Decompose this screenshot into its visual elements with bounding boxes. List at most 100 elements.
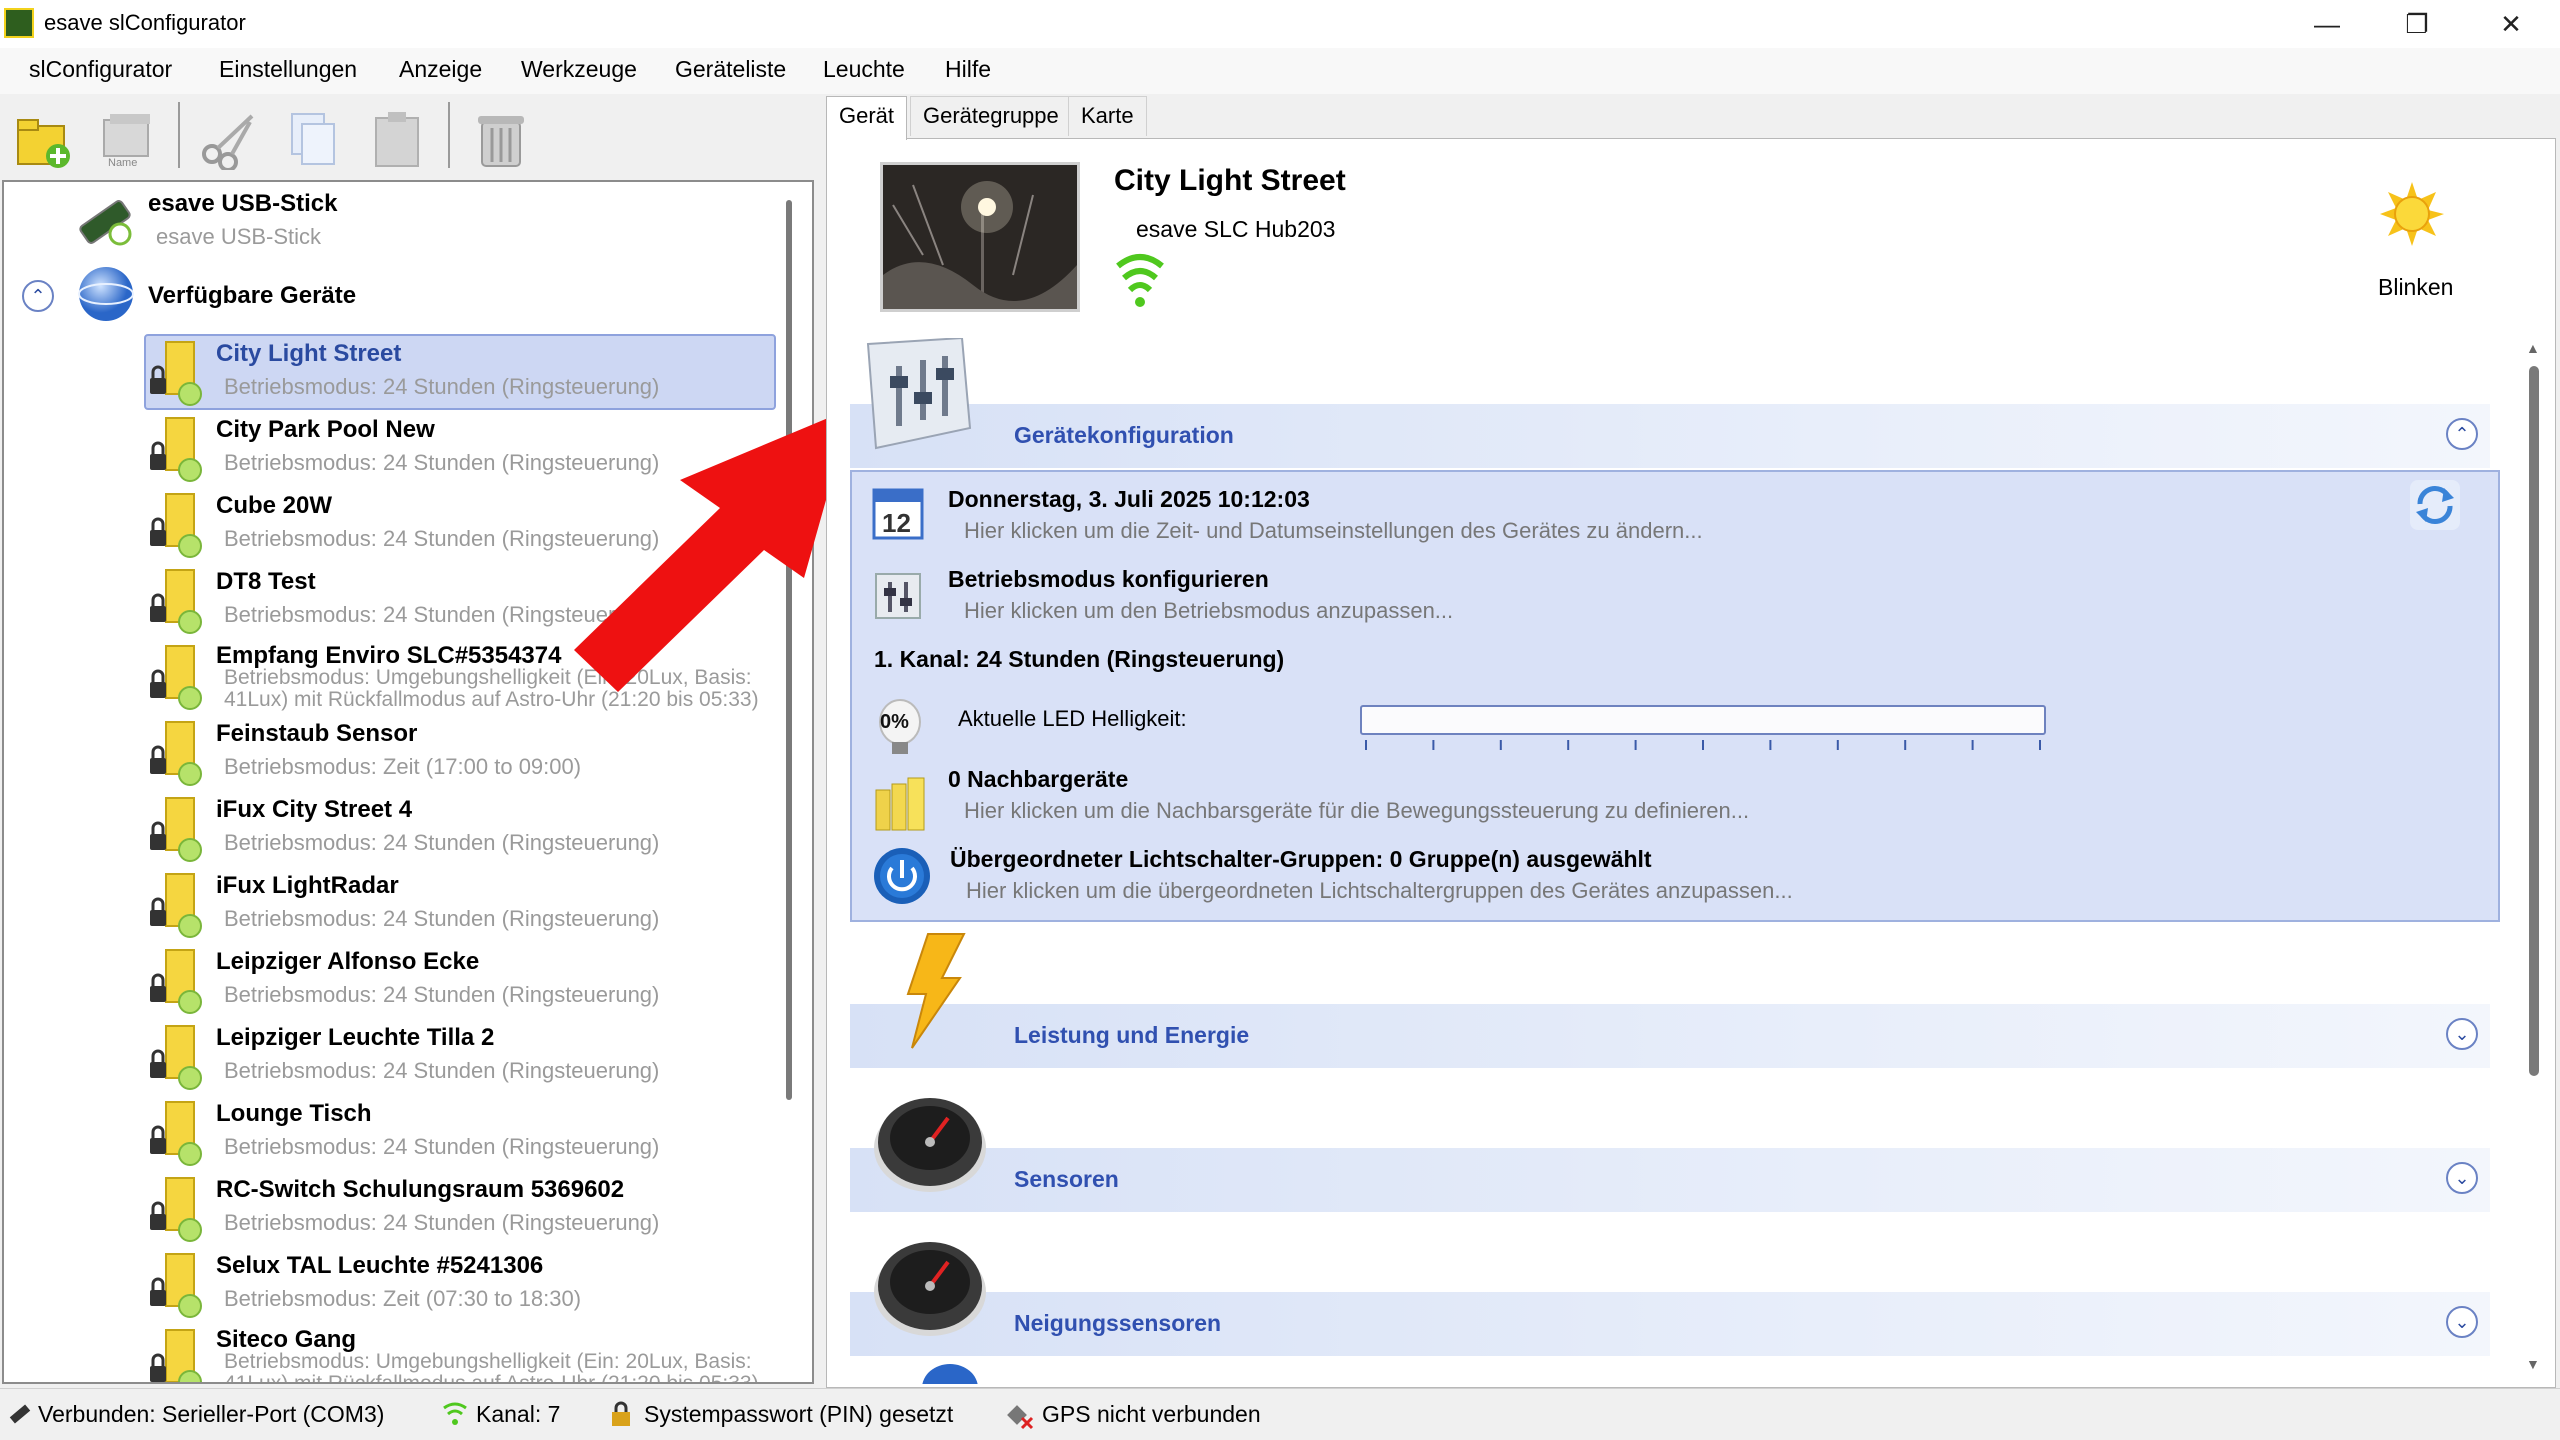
switch-groups-description[interactable]: Hier klicken um die übergeordneten Licht…	[966, 878, 1793, 904]
device-mode: Betriebsmodus: 24 Stunden (Ringsteuerung…	[224, 1058, 660, 1083]
led-brightness-label: Aktuelle LED Helligkeit:	[958, 706, 1187, 731]
power-switch-icon	[872, 846, 932, 906]
device-mode: Betriebsmodus: Zeit (17:00 to 09:00)	[224, 754, 582, 779]
datetime-title[interactable]: Donnerstag, 3. Juli 2025 10:12:03	[948, 486, 1310, 513]
close-button[interactable]: ✕	[2466, 4, 2556, 44]
maximize-button[interactable]: ❐	[2372, 4, 2462, 44]
device-mode: Betriebsmodus: Umgebungshelligkeit (Ein:…	[224, 1350, 752, 1373]
menu-hilfe[interactable]: Hilfe	[945, 56, 991, 83]
red-arrow-annotation	[574, 408, 852, 692]
device-lamp-icon	[144, 718, 202, 786]
blink-sun-button[interactable]	[2378, 180, 2446, 248]
device-mode: Betriebsmodus: 24 Stunden (Ringsteuerung…	[224, 906, 660, 931]
device-mode: Betriebsmodus: 24 Stunden (Ringsteuerung…	[224, 1210, 660, 1235]
device-name: City Park Pool New	[216, 416, 435, 443]
device-mode: Betriebsmodus: 24 Stunden (Ringsteuerung…	[224, 374, 660, 399]
device-lamp-icon	[144, 1098, 202, 1166]
device-name: Feinstaub Sensor	[216, 720, 418, 747]
tab-karte[interactable]: Karte	[1068, 96, 1147, 136]
channel-info: 1. Kanal: 24 Stunden (Ringsteuerung)	[874, 646, 1285, 672]
wifi-signal-icon	[1114, 248, 1166, 310]
device-lamp-icon	[144, 946, 202, 1014]
device-list-item[interactable]: iFux LightRadar Betriebsmodus: 24 Stunden…	[0, 866, 780, 942]
section-sensors-label[interactable]: Sensoren	[1014, 1166, 1119, 1193]
connection-plug-icon	[6, 1400, 34, 1426]
switch-groups-title[interactable]: Übergeordneter Lichtschalter-Gruppen: 0 …	[950, 846, 1652, 873]
device-name: Cube 20W	[216, 492, 333, 519]
scroll-down-arrow[interactable]: ▼	[2526, 1356, 2544, 1376]
device-mode: Betriebsmodus: 24 Stunden (Ringsteuerung…	[224, 982, 660, 1007]
device-mode: Betriebsmodus: 24 Stunden (Ringsteuerung…	[224, 1134, 660, 1159]
device-lamp-icon	[144, 794, 202, 862]
device-title: City Light Street	[1114, 164, 1346, 197]
section-power-label[interactable]: Leistung und Energie	[1014, 1022, 1249, 1049]
scroll-up-arrow[interactable]: ▲	[2526, 340, 2544, 360]
svg-text:12: 12	[882, 508, 911, 538]
status-gps-icon	[1004, 1400, 1034, 1430]
device-list-item[interactable]: Leipziger Alfonso Ecke Betriebsmodus: 24 …	[0, 942, 780, 1018]
device-list-item[interactable]: Selux TAL Leuchte #5241306 Betriebsmodus:…	[0, 1246, 780, 1322]
device-list-item[interactable]: iFux City Street 4 Betriebsmodus: 24 Stun…	[0, 790, 780, 866]
status-gps: GPS nicht verbunden	[1042, 1401, 1261, 1427]
device-lamp-icon	[144, 490, 202, 558]
minimize-button[interactable]: —	[2282, 4, 2372, 44]
device-lamp-icon	[144, 870, 202, 938]
status-lock-icon	[608, 1400, 634, 1428]
status-channel: Kanal: 7	[476, 1401, 561, 1427]
datetime-description[interactable]: Hier klicken um die Zeit- und Datumseins…	[964, 518, 1703, 544]
device-list-item[interactable]: Lounge Tisch Betriebsmodus: 24 Stunden (R…	[0, 1094, 780, 1170]
device-list-item[interactable]: City Light Street Betriebsmodus: 24 Stund…	[0, 334, 780, 410]
svg-text:0%: 0%	[880, 711, 909, 733]
section-config-label[interactable]: Gerätekonfiguration	[1014, 422, 1234, 449]
section-tilt-expand-button[interactable]: ⌄	[2446, 1306, 2478, 1338]
device-list-item[interactable]: Siteco Gang Betriebsmodus: Umgebungshelli…	[0, 1322, 780, 1382]
device-name: Leipziger Leuchte Tilla 2	[216, 1024, 495, 1051]
refresh-icon	[2410, 480, 2460, 530]
tab-geraetegruppe[interactable]: Gerätegruppe	[910, 96, 1072, 136]
device-name: Leipziger Alfonso Ecke	[216, 948, 480, 975]
lightning-bolt-icon	[898, 932, 968, 1050]
status-signal-icon	[442, 1400, 468, 1428]
content-scrollbar-thumb[interactable]	[2529, 366, 2539, 1076]
menu-leuchte[interactable]: Leuchte	[823, 56, 905, 83]
neighbors-title[interactable]: 0 Nachbargeräte	[948, 766, 1128, 793]
device-list-item[interactable]: Leipziger Leuchte Tilla 2 Betriebsmodus: …	[0, 1018, 780, 1094]
device-photo	[880, 162, 1080, 312]
mode-title[interactable]: Betriebsmodus konfigurieren	[948, 566, 1269, 593]
device-lamp-icon	[144, 1250, 202, 1318]
refresh-button[interactable]	[2408, 478, 2462, 532]
device-name: Lounge Tisch	[216, 1100, 372, 1127]
device-name: RC-Switch Schulungsraum 5369602	[216, 1176, 625, 1203]
config-switch-icon	[862, 336, 994, 456]
device-lamp-icon	[144, 1174, 202, 1242]
device-mode: Betriebsmodus: Zeit (07:30 to 18:30)	[224, 1286, 582, 1311]
device-lamp-icon	[144, 338, 202, 406]
led-bulb-icon: 0%	[872, 698, 928, 758]
device-lamp-icon	[144, 566, 202, 634]
section-config-collapse-button[interactable]: ⌃	[2446, 418, 2478, 450]
blink-label[interactable]: Blinken	[2378, 274, 2453, 301]
sun-icon	[2380, 182, 2444, 246]
tab-geraet[interactable]: Gerät	[826, 96, 908, 140]
device-name: City Light Street	[216, 340, 402, 367]
device-name: Selux TAL Leuchte #5241306	[216, 1252, 544, 1279]
device-mode-continued: 41Lux) mit Rückfallmodus auf Astro-Uhr (…	[224, 1372, 759, 1382]
device-name: DT8 Test	[216, 568, 316, 595]
device-list-item[interactable]: Feinstaub Sensor Betriebsmodus: Zeit (17:…	[0, 714, 780, 790]
mode-switch-icon	[872, 570, 924, 622]
neighbors-description[interactable]: Hier klicken um die Nachbarsgeräte für d…	[964, 798, 1749, 824]
gauge-icon	[872, 1088, 990, 1196]
mode-description[interactable]: Hier klicken um den Betriebsmodus anzupa…	[964, 598, 1453, 624]
led-brightness-bar	[1360, 705, 2046, 735]
tilt-gauge-icon	[872, 1232, 990, 1340]
device-lamp-icon	[144, 414, 202, 482]
section-power-expand-button[interactable]: ⌄	[2446, 1018, 2478, 1050]
device-hub: esave SLC Hub203	[1136, 216, 1336, 242]
section-tilt-label[interactable]: Neigungssensoren	[1014, 1310, 1221, 1337]
status-password: Systempasswort (PIN) gesetzt	[644, 1401, 954, 1427]
section-sensors-expand-button[interactable]: ⌄	[2446, 1162, 2478, 1194]
calendar-icon: 12	[872, 484, 924, 540]
device-list-item[interactable]: RC-Switch Schulungsraum 5369602 Betriebsm…	[0, 1170, 780, 1246]
device-lamp-icon	[144, 642, 202, 710]
device-lamp-icon	[144, 1326, 202, 1382]
